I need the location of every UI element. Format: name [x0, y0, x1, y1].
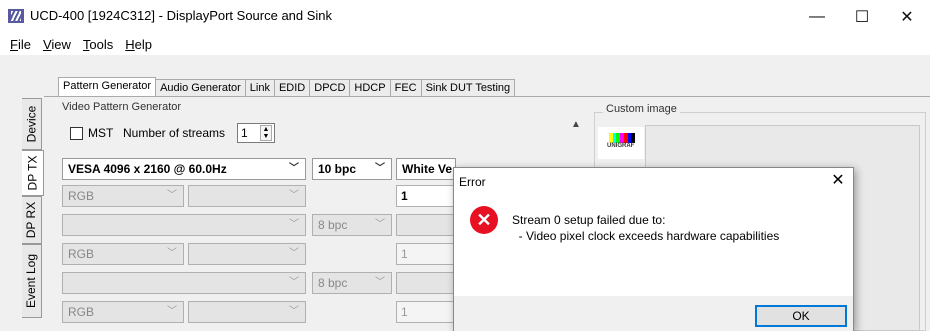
custom-image-label: Custom image: [603, 103, 680, 115]
side-tab-device[interactable]: Device: [22, 98, 42, 150]
bpc-select-3: 8 bpc ﹀: [312, 272, 392, 294]
chevron-down-icon: ﹀: [289, 190, 299, 201]
parameter-field-3: 1: [396, 301, 456, 323]
dialog-close-icon[interactable]: ✕: [826, 170, 850, 190]
tab-row: Pattern Generator Audio Generator Link E…: [58, 77, 516, 97]
resolution-select-2: ﹀: [62, 214, 306, 236]
resolution-select-3: ﹀: [62, 272, 306, 294]
pattern-select[interactable]: White Ve: [396, 158, 456, 180]
dialog-title: Error: [459, 175, 486, 189]
color-format-select-2: RGB ﹀: [62, 243, 184, 265]
menu-file[interactable]: File: [4, 37, 37, 52]
chevron-down-icon: ﹀: [289, 163, 299, 174]
colorimetry-select: ﹀: [188, 185, 306, 207]
tab-edid[interactable]: EDID: [273, 79, 311, 97]
chevron-down-icon: ﹀: [167, 248, 177, 259]
mst-label: MST: [88, 126, 114, 140]
chevron-down-icon: ﹀: [289, 248, 299, 259]
color-bars-icon: [609, 133, 636, 143]
tab-hdcp[interactable]: HDCP: [349, 79, 391, 97]
window-title: UCD-400 [1924C312] - DisplayPort Source …: [30, 8, 333, 23]
streams-stepper[interactable]: ▲ ▼: [260, 125, 272, 141]
side-tab-device-label: Device: [24, 105, 39, 143]
chevron-down-icon: ﹀: [167, 190, 177, 201]
tab-fec[interactable]: FEC: [389, 79, 422, 97]
tab-sink-dut-testing[interactable]: Sink DUT Testing: [420, 79, 516, 97]
thumbnail-text: UNIGRAF: [607, 143, 635, 149]
scroll-up-arrow[interactable]: ▲: [568, 119, 584, 135]
side-tab-dp-tx-label: DP TX: [25, 155, 40, 191]
side-tab-dp-rx[interactable]: DP RX: [22, 196, 42, 244]
menu-help[interactable]: Help: [119, 37, 158, 52]
chevron-down-icon: ﹀: [375, 219, 385, 230]
side-tab-dp-rx-label: DP RX: [24, 201, 39, 239]
side-tab-dp-tx[interactable]: DP TX: [22, 150, 44, 196]
chevron-down-icon: ﹀: [289, 306, 299, 317]
group-label-video-pattern-generator: Video Pattern Generator: [62, 101, 182, 113]
colorimetry-select-2: ﹀: [188, 243, 306, 265]
chevron-down-icon: ﹀: [375, 277, 385, 288]
bpc-value-3: 8 bpc: [318, 276, 348, 290]
menu-bar: File View Tools Help: [0, 33, 930, 55]
color-format-select-3: RGB ﹀: [62, 301, 184, 323]
app-icon: [8, 9, 24, 23]
mst-checkbox[interactable]: [70, 127, 83, 140]
streams-label: Number of streams: [123, 126, 226, 140]
resolution-value: VESA 4096 x 2160 @ 60.0Hz: [68, 162, 227, 176]
parameter-field-2: 1: [396, 243, 456, 265]
pattern-select-2: [396, 214, 456, 236]
tab-pattern-generator[interactable]: Pattern Generator: [58, 77, 157, 97]
side-tab-event-log[interactable]: Event Log: [22, 244, 42, 318]
bpc-select[interactable]: 10 bpc ﹀: [312, 158, 392, 180]
maximize-button[interactable]: ☐: [839, 0, 885, 33]
chevron-down-icon: ﹀: [289, 277, 299, 288]
bpc-select-2: 8 bpc ﹀: [312, 214, 392, 236]
side-tab-event-log-label: Event Log: [24, 253, 39, 309]
pattern-value: White Ve: [402, 162, 453, 176]
color-format-value-2: RGB: [68, 247, 95, 261]
bpc-value: 10 bpc: [318, 162, 357, 176]
resolution-select[interactable]: VESA 4096 x 2160 @ 60.0Hz ﹀: [62, 158, 306, 180]
minimize-button[interactable]: —: [794, 0, 840, 33]
chevron-down-icon: ﹀: [375, 163, 385, 174]
tab-dpcd[interactable]: DPCD: [309, 79, 351, 97]
menu-tools[interactable]: Tools: [77, 37, 119, 52]
close-button[interactable]: ✕: [884, 0, 930, 33]
tab-link[interactable]: Link: [244, 79, 275, 97]
color-format-select: RGB ﹀: [62, 185, 184, 207]
dialog-message: Stream 0 setup failed due to: - Video pi…: [512, 213, 780, 243]
pattern-select-3: [396, 272, 456, 294]
ok-button[interactable]: OK: [755, 305, 847, 327]
bpc-value-2: 8 bpc: [318, 218, 348, 232]
parameter-field[interactable]: 1: [396, 185, 456, 207]
color-format-value-3: RGB: [68, 305, 95, 319]
chevron-down-icon: ﹀: [167, 306, 177, 317]
tab-audio-generator[interactable]: Audio Generator: [155, 79, 246, 97]
menu-view[interactable]: View: [37, 37, 77, 52]
chevron-down-icon: ﹀: [289, 219, 299, 230]
color-bar-6: [631, 133, 636, 143]
color-format-value: RGB: [68, 189, 95, 203]
colorimetry-select-3: ﹀: [188, 301, 306, 323]
error-icon: ✕: [470, 206, 498, 234]
